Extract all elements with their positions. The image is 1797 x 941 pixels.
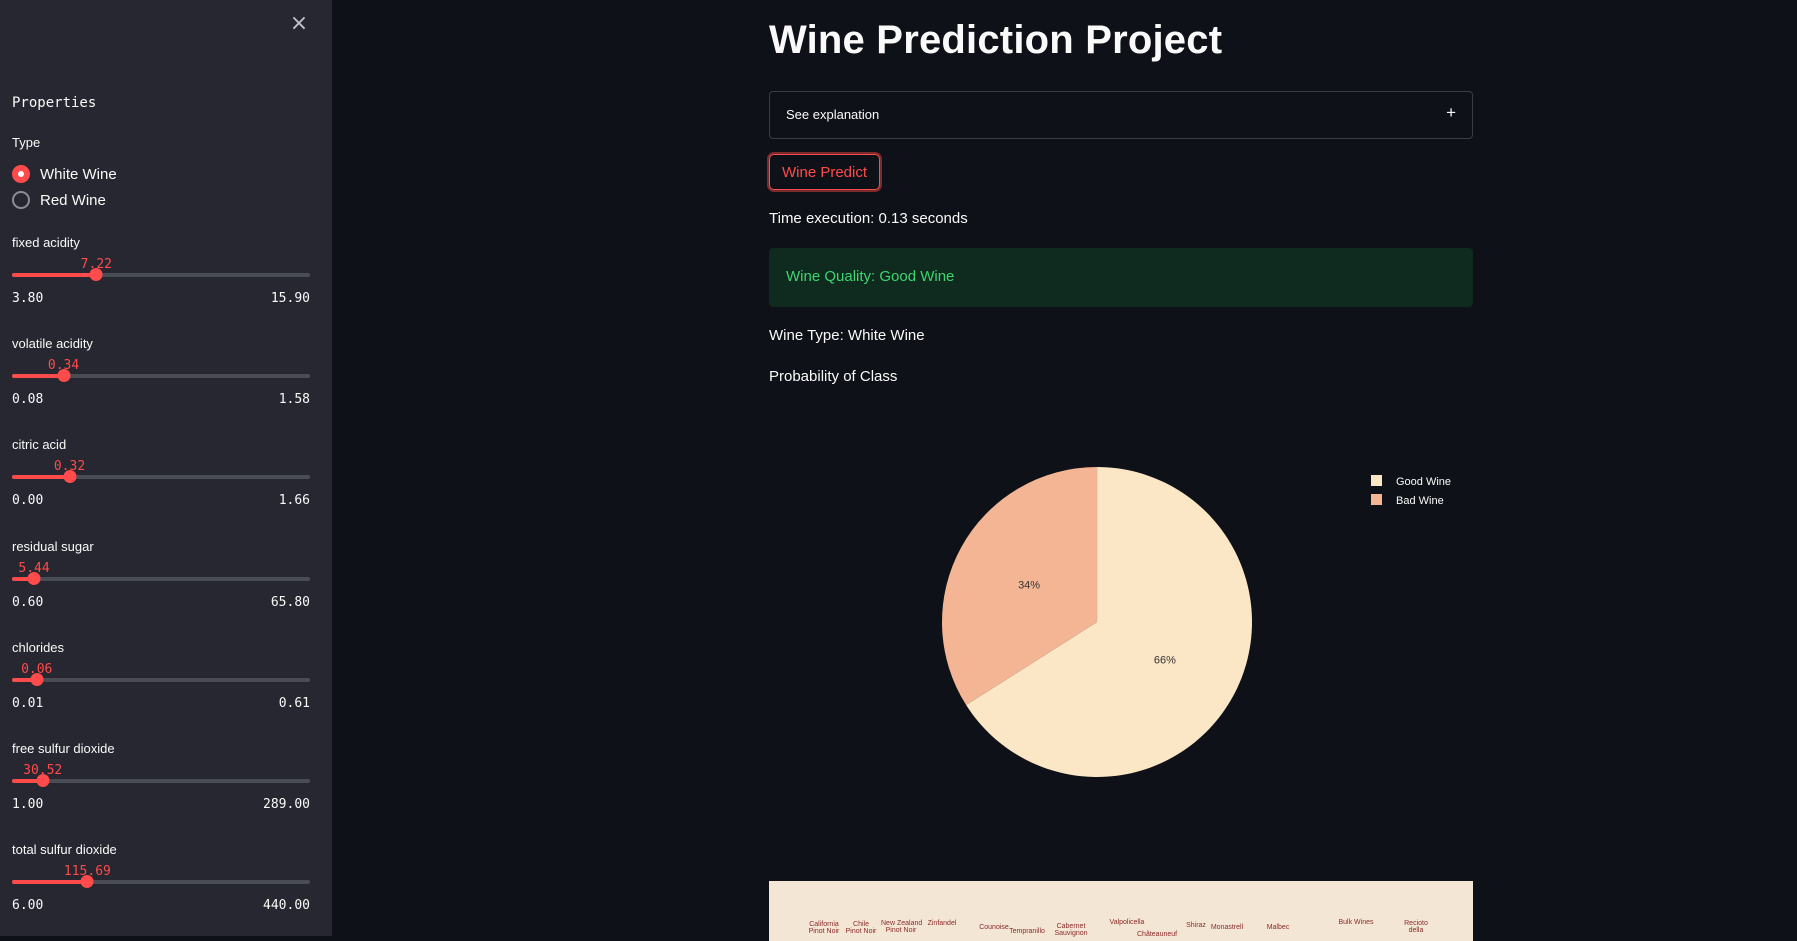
image-label: Tempranillo xyxy=(1009,928,1045,935)
image-label: Recioto della xyxy=(1404,920,1428,934)
expander-label: See explanation xyxy=(786,107,880,122)
image-label: Valpolicella xyxy=(1109,919,1145,926)
slider-track[interactable] xyxy=(12,470,310,483)
page-title: Wine Prediction Project xyxy=(769,18,1223,62)
legend-label: Good Wine xyxy=(1396,476,1451,488)
slider-max: 0.61 xyxy=(278,696,310,711)
slider-thumb[interactable] xyxy=(63,470,76,483)
image-label: Cabernet Sauvignon xyxy=(1054,923,1088,937)
slider-fill xyxy=(12,475,70,479)
slider-residual-sugar: residual sugar 5.44 0.60 65.80 xyxy=(12,539,310,631)
radio-label: White Wine xyxy=(40,165,117,183)
slider-label: fixed acidity xyxy=(12,235,80,250)
slider-max: 289.00 xyxy=(263,797,310,812)
legend-swatch xyxy=(1371,475,1382,486)
slider-label: free sulfur dioxide xyxy=(12,741,115,756)
slider-min: 1.00 xyxy=(12,797,44,812)
wine-varieties-image: California Pinot Noir Chile Pinot Noir New… xyxy=(769,881,1473,941)
legend-label: Bad Wine xyxy=(1396,495,1444,507)
image-label: California Pinot Noir xyxy=(808,921,840,935)
slider-min: 0.01 xyxy=(12,696,44,711)
slider-track[interactable] xyxy=(12,369,310,382)
slider-thumb[interactable] xyxy=(57,369,71,382)
explanation-expander[interactable]: See explanation + xyxy=(769,91,1473,139)
slider-label: chlorides xyxy=(12,640,65,655)
sidebar-heading: Properties xyxy=(12,95,97,111)
slider-max: 1.66 xyxy=(278,493,310,508)
radio-white-wine[interactable]: White Wine xyxy=(12,165,117,183)
image-label: Châteauneuf xyxy=(1137,931,1178,938)
slider-thumb[interactable] xyxy=(30,673,44,686)
sidebar: × Properties Type White Wine Red Wine fi… xyxy=(0,0,332,936)
probability-heading: Probability of Class xyxy=(769,368,898,385)
time-execution-text: Time execution: 0.13 seconds xyxy=(769,210,968,227)
radio-red-wine[interactable]: Red Wine xyxy=(12,191,106,209)
slider-label: volatile acidity xyxy=(12,336,93,351)
slider-max: 1.58 xyxy=(278,392,310,407)
slider-track[interactable] xyxy=(12,673,310,686)
slider-track[interactable] xyxy=(12,774,310,787)
image-label: Bulk Wines xyxy=(1338,919,1374,926)
radio-label: Red Wine xyxy=(40,191,106,209)
image-label: Chile Pinot Noir xyxy=(845,921,877,935)
slider-thumb[interactable] xyxy=(36,774,50,787)
slider-citric-acid: citric acid 0.32 0.00 1.66 xyxy=(12,437,310,529)
image-label: New Zealand Pinot Noir xyxy=(881,920,923,934)
plus-icon[interactable]: + xyxy=(1446,103,1456,123)
slider-min: 6.00 xyxy=(12,898,44,913)
slider-min: 3.80 xyxy=(12,291,44,306)
type-label: Type xyxy=(12,135,41,150)
slider-min: 0.08 xyxy=(12,392,44,407)
slider-track[interactable] xyxy=(12,572,310,585)
probability-pie-chart: 66% 34% Good Wine Bad Wine xyxy=(942,467,1451,777)
radio-unselected-icon[interactable] xyxy=(12,191,30,209)
slider-track[interactable] xyxy=(12,268,310,281)
slider-label: citric acid xyxy=(12,437,67,452)
slider-track[interactable] xyxy=(12,875,310,888)
slider-fill xyxy=(12,374,64,378)
wine-type-text: Wine Type: White Wine xyxy=(769,327,925,344)
slider-min: 0.00 xyxy=(12,493,44,508)
slider-min: 0.60 xyxy=(12,595,44,610)
slider-thumb[interactable] xyxy=(80,875,94,888)
image-label: Monastrell xyxy=(1210,924,1244,931)
slider-max: 15.90 xyxy=(270,291,310,306)
radio-selected-icon[interactable] xyxy=(12,165,30,183)
slider-free-sulfur-dioxide: free sulfur dioxide 30.52 1.00 289.00 xyxy=(12,741,310,833)
slider-fixed-acidity: fixed acidity 7.22 3.80 15.90 xyxy=(12,235,310,327)
pie-label: 34% xyxy=(1018,580,1040,592)
slider-label: total sulfur dioxide xyxy=(12,842,117,857)
slider-thumb[interactable] xyxy=(89,268,103,281)
slider-fill xyxy=(12,273,97,277)
close-icon[interactable]: × xyxy=(289,13,309,35)
slider-chlorides: chlorides 0.06 0.01 0.61 xyxy=(12,640,310,732)
result-text: Wine Quality: Good Wine xyxy=(786,268,955,285)
pie-label: 66% xyxy=(1154,654,1176,666)
image-label: Zinfandel xyxy=(927,920,957,927)
slider-max: 440.00 xyxy=(263,898,310,913)
slider-fill xyxy=(12,880,88,884)
wine-predict-button[interactable]: Wine Predict xyxy=(769,154,881,190)
slider-max: 65.80 xyxy=(270,595,310,610)
result-alert: Wine Quality: Good Wine xyxy=(769,248,1473,307)
slider-volatile-acidity: volatile acidity 0.34 0.08 1.58 xyxy=(12,336,310,428)
image-label: Malbec xyxy=(1266,924,1290,931)
slider-label: residual sugar xyxy=(12,539,94,554)
slider-thumb[interactable] xyxy=(27,572,41,585)
legend-swatch xyxy=(1371,494,1382,505)
slider-total-sulfur-dioxide: total sulfur dioxide 115.69 6.00 440.00 xyxy=(12,842,310,934)
